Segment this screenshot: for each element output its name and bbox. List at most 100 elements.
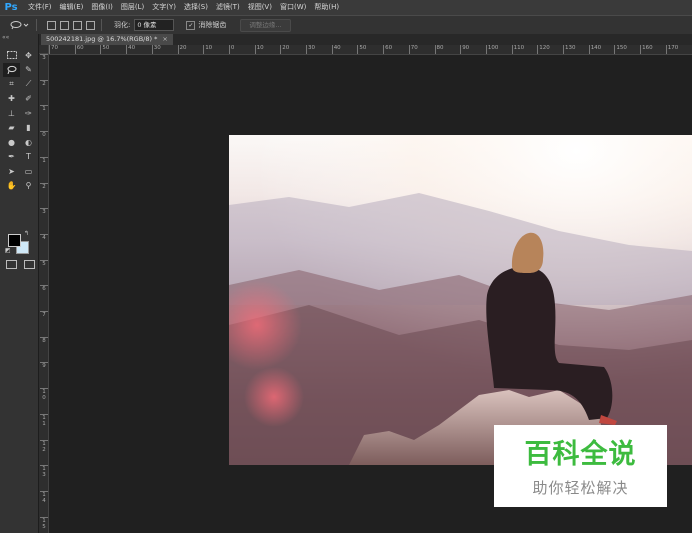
dodge-icon[interactable]: ◐ [20,135,37,150]
ruler-tick-label: 1 [40,105,48,112]
subtract-selection-icon[interactable] [73,20,82,30]
ruler-tick-label: 2 [40,182,48,190]
ruler-tick-label: 140 [588,45,601,54]
ruler-tick-label: 50 [100,45,109,54]
menu-filter[interactable]: 滤镜(T) [212,0,244,15]
default-colors-icon[interactable]: ◩ [5,247,11,254]
tool-preset-picker[interactable] [8,18,30,32]
gradient-icon[interactable]: ▮ [20,121,37,136]
tools-panel: «« ✥ ✎ ⌗ ⟋ ✚ ✐ ⊥ ✑ ▰ ▮ ● ◐ ✒ T ➤ ▭ ✋ ⚲ ↰… [0,34,39,533]
ruler-tick-digit: 4 [42,497,46,504]
intersect-selection-icon[interactable] [86,20,95,30]
menu-view[interactable]: 视图(V) [244,0,276,15]
brush-icon[interactable]: ✐ [20,92,37,107]
ruler-tick-label: 10 [254,45,264,54]
quick-mask-icon[interactable] [6,260,17,269]
new-selection-icon[interactable] [47,20,56,30]
ruler-tick-label: 20 [177,45,187,54]
ruler-tick-label: 60 [383,45,392,54]
menu-type[interactable]: 文字(Y) [148,0,180,15]
ruler-tick-label: 10 [203,45,212,54]
watermark: 百科全说 助你轻松解决 [494,425,667,507]
healing-icon[interactable]: ✚ [3,92,20,107]
feather-label: 羽化: [114,21,131,29]
menu-window[interactable]: 窗口(W) [276,0,310,15]
path-select-icon[interactable]: ➤ [3,164,20,179]
screen-mode-icon[interactable] [24,260,35,269]
swap-colors-icon[interactable]: ↰ [24,230,29,237]
options-bar: 羽化: 0 像素 ✓ 消除锯齿 调整边缘... [0,15,692,35]
document-tab-bar: 500242181.jpg @ 16.7%(RGB/8) * × [39,34,692,45]
ruler-tick-digit: 6 [42,286,46,293]
vertical-ruler[interactable]: 3210123456789101112131415 [39,54,49,533]
menu-image[interactable]: 图像(I) [87,0,117,15]
antialias-checkbox[interactable]: ✓ [186,20,196,30]
ruler-tick-digit: 0 [42,395,46,402]
menu-edit[interactable]: 编辑(E) [56,0,88,15]
menu-file[interactable]: 文件(F) [24,0,56,15]
pen-icon[interactable]: ✒ [3,150,20,165]
canvas-image[interactable] [229,135,692,465]
ruler-tick-digit: 9 [42,363,46,370]
ruler-tick-label: 80 [434,45,444,54]
move-icon[interactable]: ✥ [20,48,37,63]
ruler-tick-digit: 1 [42,157,46,164]
main-menu: 文件(F) 编辑(E) 图像(I) 图层(L) 文字(Y) 选择(S) 滤镜(T… [24,0,343,15]
ruler-tick-label: 7 [40,311,48,318]
eraser-icon[interactable]: ▰ [3,121,20,136]
zoom-icon[interactable]: ⚲ [20,179,37,194]
ruler-tick-label: 40 [126,45,135,54]
hand-icon[interactable]: ✋ [3,179,20,194]
document-title: 500242181.jpg @ 16.7%(RGB/8) * [46,35,158,43]
history-brush-icon[interactable]: ✑ [20,106,37,121]
ruler-tick-label: 13 [40,465,48,478]
ruler-tick-digit: 1 [42,106,46,113]
ruler-tick-label: 30 [306,45,315,54]
menu-help[interactable]: 帮助(H) [310,0,343,15]
ruler-tick-label: 4 [40,233,48,241]
ruler-tick-label: 5 [40,259,48,267]
menu-select[interactable]: 选择(S) [180,0,212,15]
ruler-origin[interactable] [39,45,49,54]
ruler-tick-digit: 2 [42,446,46,453]
ruler-tick-label: 12 [40,439,48,453]
tool-grid: ✥ ✎ ⌗ ⟋ ✚ ✐ ⊥ ✑ ▰ ▮ ● ◐ ✒ T ➤ ▭ ✋ ⚲ [3,48,37,193]
type-icon[interactable]: T [20,150,37,165]
ruler-tick-label: 11 [40,413,48,427]
horizontal-ruler[interactable]: 70 60 50 40 30 20 10 0 10 20 30 40 50 60 70 80 90 100 110 1… [49,45,692,55]
ruler-tick-label: 130 [563,45,576,54]
close-tab-icon[interactable]: × [162,35,167,43]
menu-layer[interactable]: 图层(L) [117,0,148,15]
collapse-panel-icon[interactable]: «« [2,34,9,41]
ruler-tick-digit: 3 [42,55,46,61]
refine-edge-button[interactable]: 调整边缘... [240,18,291,32]
document-tab[interactable]: 500242181.jpg @ 16.7%(RGB/8) * × [41,34,173,45]
feather-input[interactable]: 0 像素 [134,19,175,31]
antialias-label: 消除锯齿 [198,21,227,29]
ruler-tick-digit: 8 [42,337,46,344]
separator [101,19,102,31]
ruler-tick-digit: 2 [42,183,46,190]
ruler-tick-label: 3 [40,54,48,61]
blur-icon[interactable]: ● [3,135,20,150]
ruler-tick-digit: 3 [42,209,46,216]
photoshop-logo: Ps [4,2,18,13]
stamp-icon[interactable]: ⊥ [3,106,20,121]
ruler-tick-digit: 4 [42,234,46,241]
quick-select-icon[interactable]: ✎ [20,63,37,78]
lasso-icon[interactable] [3,62,20,77]
add-selection-icon[interactable] [60,20,69,30]
foreground-color-swatch[interactable] [8,234,21,247]
ruler-tick-digit: 5 [42,260,46,267]
eyedropper-icon[interactable]: ⟋ [20,77,37,92]
ruler-tick-label: 100 [485,45,498,54]
ruler-tick-digit: 3 [42,472,46,479]
ruler-tick-digit: 0 [42,132,46,139]
ruler-tick-label: 90 [460,45,469,54]
ruler-tick-label: 0 [40,131,48,138]
crop-icon[interactable]: ⌗ [3,77,20,92]
ruler-tick-label: 10 [40,388,48,401]
ruler-tick-label: 1 [40,156,48,164]
shape-icon[interactable]: ▭ [20,164,37,179]
marquee-icon[interactable] [3,48,20,63]
